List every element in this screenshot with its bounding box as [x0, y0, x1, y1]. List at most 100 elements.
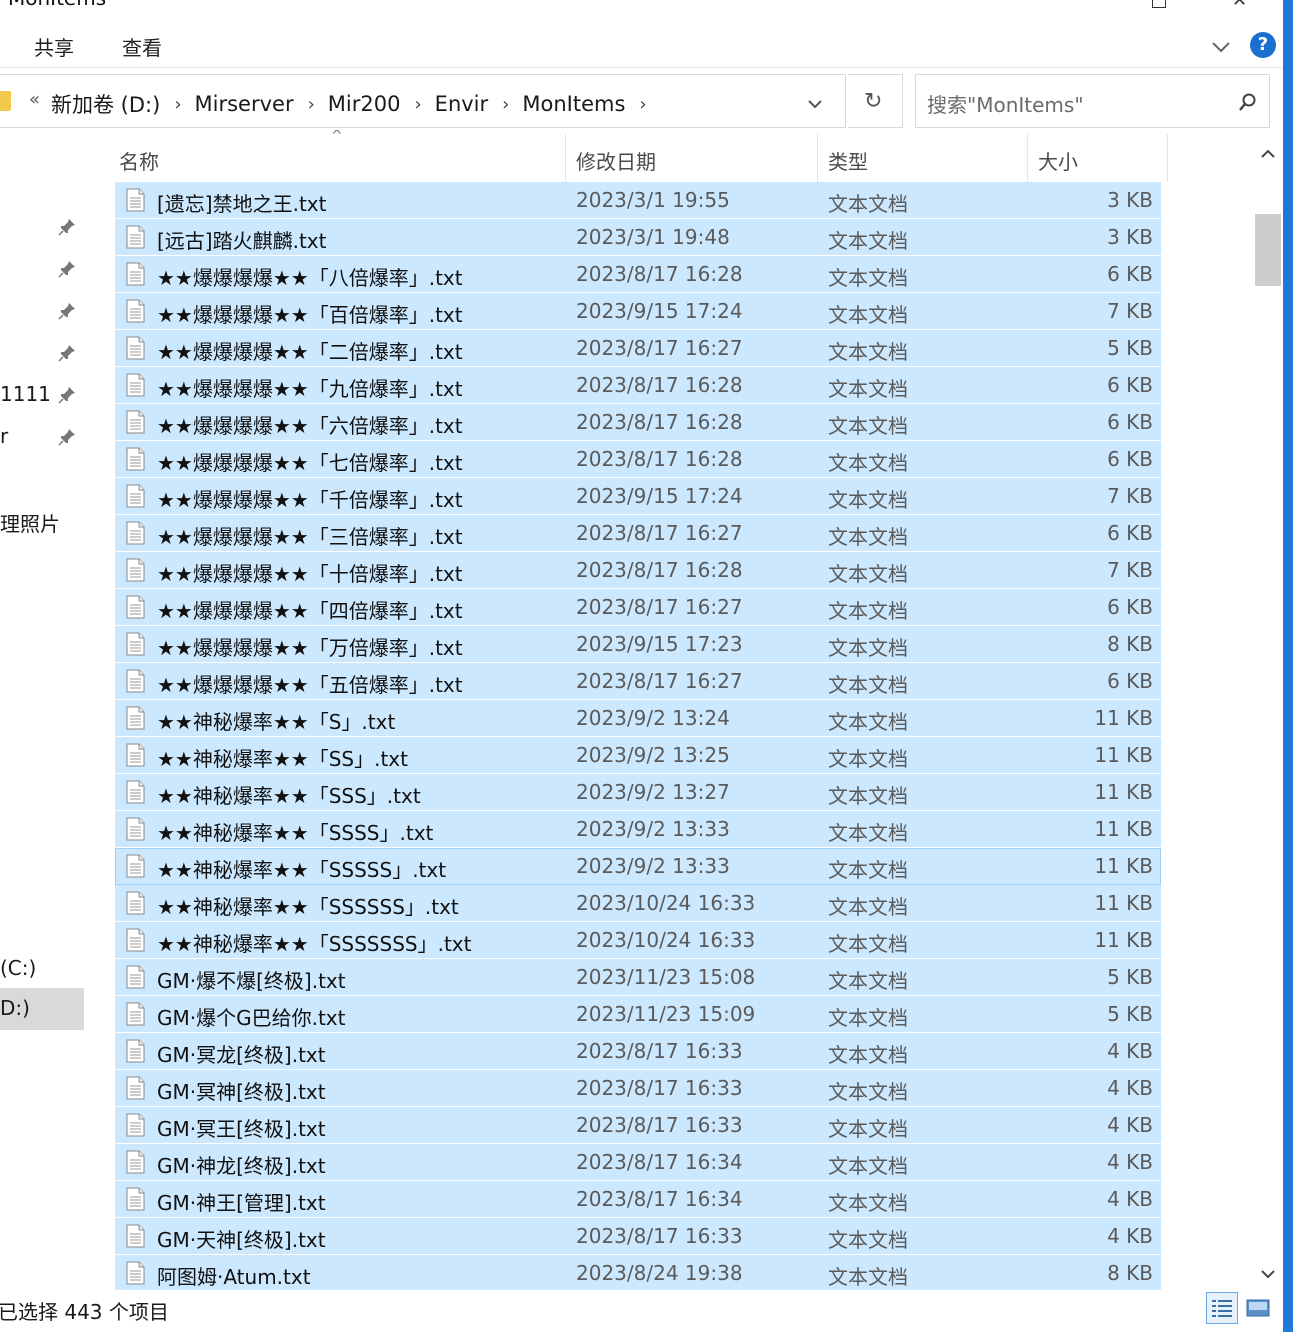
- breadcrumb-separator-icon[interactable]: ›: [414, 94, 421, 115]
- file-size: 4 KB: [1107, 1113, 1153, 1137]
- breadcrumb-separator-icon[interactable]: ›: [639, 94, 646, 115]
- file-row[interactable]: ★★爆爆爆爆★★「九倍爆率」.txt 2023/8/17 16:28 文本文档 6 K…: [115, 367, 1161, 404]
- file-row[interactable]: ★★爆爆爆爆★★「八倍爆率」.txt 2023/8/17 16:28 文本文档 6 K…: [115, 256, 1161, 293]
- column-divider[interactable]: [817, 134, 818, 182]
- column-header-type[interactable]: 类型: [828, 146, 868, 175]
- column-divider[interactable]: [1027, 134, 1028, 182]
- file-row[interactable]: ★★神秘爆率★★「SSSSSSS」.txt 2023/10/24 16:33 文本文…: [115, 922, 1161, 959]
- file-name: ★★爆爆爆爆★★「三倍爆率」.txt: [157, 525, 463, 549]
- column-header-name[interactable]: 名称: [119, 146, 159, 175]
- file-row[interactable]: GM·冥王[终极].txt 2023/8/17 16:33 文本文档 4 KB: [115, 1107, 1161, 1144]
- file-row[interactable]: ★★神秘爆率★★「SS」.txt 2023/9/2 13:25 文本文档 11 KB: [115, 737, 1161, 774]
- file-row[interactable]: ★★爆爆爆爆★★「七倍爆率」.txt 2023/8/17 16:28 文本文档 6 K…: [115, 441, 1161, 478]
- file-type: 文本文档: [828, 451, 908, 475]
- file-row[interactable]: GM·冥神[终极].txt 2023/8/17 16:33 文本文档 4 KB: [115, 1070, 1161, 1107]
- nav-item-1111[interactable]: 1111: [0, 382, 51, 406]
- file-name: ★★神秘爆率★★「SSS」.txt: [157, 784, 421, 808]
- scrollbar-thumb[interactable]: [1255, 214, 1281, 286]
- breadcrumb-drive[interactable]: 新加卷 (D:): [51, 89, 160, 119]
- file-date: 2023/9/2 13:24: [576, 706, 730, 730]
- pin-icon[interactable]: [58, 218, 76, 236]
- file-type: 文本文档: [828, 303, 908, 327]
- breadcrumb-monitems[interactable]: MonItems: [522, 92, 625, 116]
- file-row[interactable]: GM·爆不爆[终极].txt 2023/11/23 15:08 文本文档 5 KB: [115, 959, 1161, 996]
- breadcrumb-mirserver[interactable]: Mirserver: [195, 92, 294, 116]
- file-row[interactable]: [遗忘]禁地之王.txt 2023/3/1 19:55 文本文档 3 KB: [115, 182, 1161, 219]
- file-row[interactable]: ★★神秘爆率★★「SSSSSS」.txt 2023/10/24 16:33 文本文档…: [115, 885, 1161, 922]
- file-size: 11 KB: [1094, 854, 1153, 878]
- file-row[interactable]: GM·冥龙[终极].txt 2023/8/17 16:33 文本文档 4 KB: [115, 1033, 1161, 1070]
- breadcrumb-separator-icon[interactable]: ›: [308, 94, 315, 115]
- breadcrumb: 新加卷 (D:) › Mirserver › Mir200 › Envir › …: [51, 89, 660, 119]
- breadcrumb-separator-icon[interactable]: ›: [174, 94, 181, 115]
- file-row[interactable]: ★★爆爆爆爆★★「十倍爆率」.txt 2023/8/17 16:28 文本文档 7 K…: [115, 552, 1161, 589]
- details-view-icon[interactable]: [1206, 1292, 1238, 1324]
- file-type: 文本文档: [828, 1228, 908, 1252]
- address-bar[interactable]: « 新加卷 (D:) › Mirserver › Mir200 › Envir …: [0, 74, 846, 128]
- file-name: ★★爆爆爆爆★★「万倍爆率」.txt: [157, 636, 463, 660]
- column-header-size[interactable]: 大小: [1038, 146, 1078, 175]
- search-input[interactable]: 搜索"MonItems": [915, 74, 1270, 128]
- scroll-down-arrow-icon[interactable]: [1261, 1264, 1275, 1283]
- refresh-icon: ↻: [864, 89, 883, 114]
- file-row[interactable]: GM·神龙[终极].txt 2023/8/17 16:34 文本文档 4 KB: [115, 1144, 1161, 1181]
- file-row[interactable]: [远古]踏火麒麟.txt 2023/3/1 19:48 文本文档 3 KB: [115, 219, 1161, 256]
- help-icon[interactable]: ?: [1250, 32, 1276, 58]
- breadcrumb-envir[interactable]: Envir: [435, 92, 488, 116]
- scroll-up-arrow-icon[interactable]: [1261, 144, 1275, 163]
- pin-icon[interactable]: [58, 428, 76, 446]
- file-date: 2023/8/24 19:38: [576, 1261, 743, 1285]
- address-history-chevron-icon[interactable]: [807, 95, 823, 114]
- ribbon-expand-chevron-icon[interactable]: [1210, 36, 1232, 58]
- file-row[interactable]: ★★爆爆爆爆★★「六倍爆率」.txt 2023/8/17 16:28 文本文档 6 K…: [115, 404, 1161, 441]
- maximize-button[interactable]: [1152, 0, 1166, 8]
- file-row[interactable]: GM·神王[管理].txt 2023/8/17 16:34 文本文档 4 KB: [115, 1181, 1161, 1218]
- file-row[interactable]: 阿图姆·Atum.txt 2023/8/24 19:38 文本文档 8 KB: [115, 1255, 1161, 1290]
- tab-share[interactable]: 共享: [34, 32, 74, 61]
- refresh-button[interactable]: ↻: [848, 74, 903, 128]
- tab-view[interactable]: 查看: [122, 32, 162, 61]
- breadcrumb-overflow-icon[interactable]: «: [29, 89, 40, 110]
- file-size: 6 KB: [1107, 373, 1153, 397]
- file-row[interactable]: ★★爆爆爆爆★★「五倍爆率」.txt 2023/8/17 16:27 文本文档 6 K…: [115, 663, 1161, 700]
- nav-item-drive-c[interactable]: (C:): [0, 956, 36, 980]
- column-divider[interactable]: [1167, 134, 1168, 182]
- close-button[interactable]: ✕: [1232, 0, 1247, 11]
- file-row[interactable]: ★★神秘爆率★★「SSSSS」.txt 2023/9/2 13:33 文本文档 11 …: [115, 848, 1161, 885]
- pin-icon[interactable]: [58, 386, 76, 404]
- file-name: ★★神秘爆率★★「SS」.txt: [157, 747, 408, 771]
- text-file-icon: [126, 558, 145, 582]
- file-row[interactable]: ★★爆爆爆爆★★「百倍爆率」.txt 2023/9/15 17:24 文本文档 7 K…: [115, 293, 1161, 330]
- breadcrumb-mir200[interactable]: Mir200: [328, 92, 401, 116]
- file-date: 2023/10/24 16:33: [576, 928, 756, 952]
- nav-item-photos[interactable]: 理照片: [0, 508, 60, 537]
- file-row[interactable]: ★★爆爆爆爆★★「四倍爆率」.txt 2023/8/17 16:27 文本文档 6 K…: [115, 589, 1161, 626]
- breadcrumb-separator-icon[interactable]: ›: [502, 94, 509, 115]
- column-divider[interactable]: [565, 134, 566, 182]
- file-row[interactable]: GM·爆个G巴给你.txt 2023/11/23 15:09 文本文档 5 KB: [115, 996, 1161, 1033]
- nav-item-drive-d: D:): [0, 996, 30, 1020]
- column-header-date[interactable]: 修改日期: [576, 146, 656, 175]
- file-row[interactable]: ★★神秘爆率★★「SSSS」.txt 2023/9/2 13:33 文本文档 11 K…: [115, 811, 1161, 848]
- file-type: 文本文档: [828, 932, 908, 956]
- file-row[interactable]: ★★爆爆爆爆★★「千倍爆率」.txt 2023/9/15 17:24 文本文档 7 K…: [115, 478, 1161, 515]
- nav-item-r[interactable]: r: [0, 424, 8, 448]
- pin-icon[interactable]: [58, 302, 76, 320]
- file-size: 11 KB: [1094, 780, 1153, 804]
- vertical-scrollbar[interactable]: [1253, 130, 1283, 1290]
- file-row[interactable]: ★★爆爆爆爆★★「二倍爆率」.txt 2023/8/17 16:27 文本文档 5 K…: [115, 330, 1161, 367]
- file-row[interactable]: ★★神秘爆率★★「S」.txt 2023/9/2 13:24 文本文档 11 KB: [115, 700, 1161, 737]
- nav-item-drive-d-selected[interactable]: D:): [0, 988, 84, 1030]
- address-row: « 新加卷 (D:) › Mirserver › Mir200 › Envir …: [0, 72, 1283, 130]
- file-row[interactable]: ★★神秘爆率★★「SSS」.txt 2023/9/2 13:27 文本文档 11 KB: [115, 774, 1161, 811]
- pin-icon[interactable]: [58, 260, 76, 278]
- file-row[interactable]: GM·天神[终极].txt 2023/8/17 16:33 文本文档 4 KB: [115, 1218, 1161, 1255]
- file-date: 2023/9/2 13:25: [576, 743, 730, 767]
- file-row[interactable]: ★★爆爆爆爆★★「万倍爆率」.txt 2023/9/15 17:23 文本文档 8 K…: [115, 626, 1161, 663]
- pin-icon[interactable]: [58, 344, 76, 362]
- large-icons-view-icon[interactable]: [1242, 1292, 1274, 1324]
- file-row[interactable]: ★★爆爆爆爆★★「三倍爆率」.txt 2023/8/17 16:27 文本文档 6 K…: [115, 515, 1161, 552]
- search-icon[interactable]: [1238, 92, 1258, 116]
- file-name: GM·冥神[终极].txt: [157, 1080, 326, 1104]
- navigation-pane: 1111 r 理照片 (C:) D:): [0, 130, 84, 1290]
